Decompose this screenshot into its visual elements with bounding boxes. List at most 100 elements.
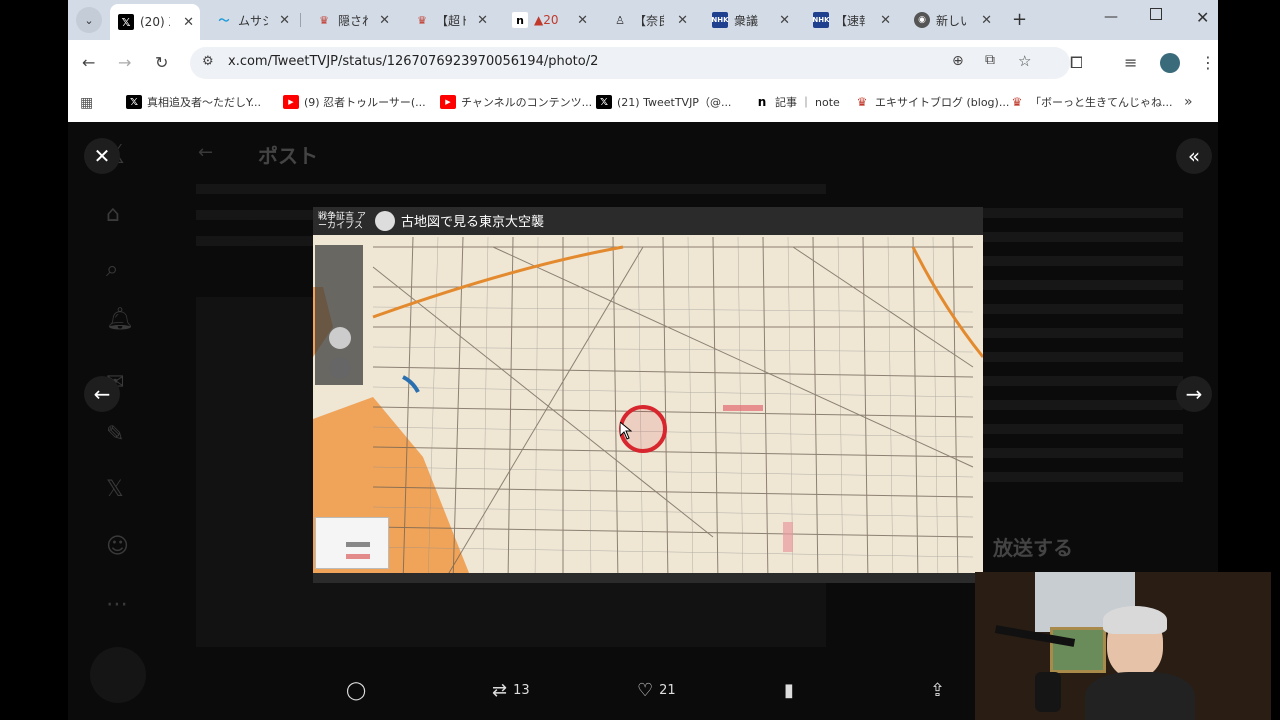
more-icon: ⋯ [106, 592, 128, 617]
zoom-icon[interactable]: ⊕ [952, 53, 964, 69]
bookmark-item[interactable]: ♛ エキサイトブログ (blog)... [854, 94, 1010, 110]
bookmark-label: 記事 ｜ note [775, 96, 840, 109]
close-tab-icon[interactable]: ✕ [677, 13, 688, 28]
close-tab-icon[interactable]: ✕ [981, 13, 992, 28]
premium-x-icon: 𝕏 [106, 477, 124, 502]
bookmark-item[interactable]: 𝕏 真相追及者〜ただしY... [126, 94, 261, 110]
browser-toolbar: ← → ↻ ⚙ x.com/TweetTVJP/status/126707692… [68, 40, 1218, 86]
map-legend [315, 517, 389, 569]
views-button[interactable]: ▮ [784, 680, 794, 701]
close-tab-icon[interactable]: ✕ [880, 13, 891, 28]
broadcast-heading: 放送する [993, 536, 1073, 560]
reply-button[interactable]: ◯ [346, 680, 366, 701]
youtube-icon: ▶ [440, 95, 456, 109]
chrome-icon: ◉ [914, 12, 930, 28]
tab-nhk-1[interactable]: NHK 衆議 ✕ [704, 6, 796, 34]
new-tab-icon[interactable]: + [1012, 9, 1027, 30]
retweet-button[interactable]: ⇄ 13 [492, 680, 530, 701]
tab-search-button[interactable]: ⌄ [76, 7, 102, 33]
close-tab-icon[interactable]: ✕ [279, 13, 290, 28]
presenter-hair [1103, 606, 1167, 634]
face-icon [375, 211, 395, 231]
heart-icon: ♡ [637, 680, 654, 701]
maximize-icon[interactable] [1150, 8, 1162, 20]
street-map-image [313, 207, 983, 583]
x-logo-icon: 𝕏 [118, 14, 134, 30]
tab-label: 隠され [338, 13, 368, 28]
next-photo-icon[interactable]: → [1176, 376, 1212, 412]
wall-painting [1050, 627, 1106, 673]
url-text: x.com/TweetTVJP/status/12670769239700561… [228, 54, 599, 69]
close-tab-icon[interactable]: ✕ [779, 13, 790, 28]
tab-label: ムサシ [238, 13, 268, 28]
bookmark-label: (21) TweetTVJP（@... [617, 96, 732, 109]
reply-icon: ◯ [346, 680, 367, 701]
apps-grid-icon[interactable]: ▦ [80, 95, 93, 111]
tab-super[interactable]: ♛ 【超ド ✕ [406, 6, 494, 34]
reload-icon[interactable]: ↻ [155, 53, 168, 72]
map-logo: 戦争証言 アーカイブス [318, 212, 366, 231]
tab-hidden[interactable]: ♛ 隠され ✕ [308, 6, 396, 34]
home-icon: ⌂ [106, 202, 120, 227]
tab-x[interactable]: 𝕏 (20) X ✕ [110, 4, 200, 40]
bookmark-label: 「ボーっと生きてんじゃね... [1030, 96, 1173, 109]
tab-musashi[interactable]: 〜 ムサシ ✕ [208, 6, 296, 34]
more-bookmarks-icon[interactable]: » [1184, 94, 1193, 110]
bookmark-star-icon[interactable]: ☆ [1018, 52, 1031, 70]
install-icon[interactable]: ⧉ [985, 52, 995, 68]
forward-icon[interactable]: → [118, 53, 131, 72]
bookmark-item[interactable]: n 記事 ｜ note [754, 94, 840, 110]
note-icon: n [512, 12, 528, 28]
close-tab-icon[interactable]: ✕ [183, 15, 194, 30]
close-tab-icon[interactable]: ✕ [577, 13, 588, 28]
profile-avatar[interactable] [1160, 53, 1180, 73]
site-info-icon[interactable]: ⚙ [202, 54, 214, 69]
tab-note[interactable]: n ▲20 ✕ [504, 6, 594, 34]
page-title: ポスト [258, 144, 318, 168]
bookmark-label: 真相追及者〜ただしY... [147, 96, 261, 109]
address-bar[interactable]: ⚙ x.com/TweetTVJP/status/126707692397005… [190, 47, 1070, 79]
bookmark-item[interactable]: ▶ (9) 忍者トゥルーサー(... [283, 94, 426, 110]
collapse-panel-icon[interactable]: « [1176, 138, 1212, 174]
notifications-icon: 🔔︎ [106, 307, 134, 332]
x-logo-icon: 𝕏 [596, 95, 612, 109]
zoom-out-button[interactable] [329, 357, 351, 379]
post-button-icon [90, 647, 146, 703]
close-viewer-icon[interactable]: ✕ [84, 138, 120, 174]
tab-label: 衆議 [734, 13, 759, 28]
back-icon[interactable]: ← [82, 53, 95, 72]
doc-icon: ♙ [615, 13, 625, 27]
close-window-icon[interactable]: ✕ [1196, 8, 1209, 27]
tab-label: (20) X [140, 15, 170, 29]
menu-icon[interactable]: ⋮ [1200, 53, 1216, 72]
profile-icon: ☺ [106, 534, 129, 559]
swoosh-icon: 〜 [218, 14, 230, 27]
like-button[interactable]: ♡ 21 [637, 680, 676, 701]
tab-nara[interactable]: ♙ 【奈良 ✕ [604, 6, 694, 34]
minimize-icon[interactable]: — [1104, 9, 1118, 25]
tab-new[interactable]: ◉ 新しい ✕ [906, 6, 998, 34]
extensions-icon[interactable]: ⧠ [1070, 53, 1083, 73]
bookmark-item[interactable]: ♛ 「ボーっと生きてんじゃね... [1009, 94, 1173, 110]
tab-nhk-2[interactable]: NHK 【速報 ✕ [805, 6, 897, 34]
previous-photo-icon[interactable]: ← [84, 376, 120, 412]
share-icon: ⇪ [930, 680, 946, 701]
bookmark-label: (9) 忍者トゥルーサー(... [304, 96, 426, 109]
map-photo[interactable]: 戦争証言 アーカイブス 古地図で見る東京大空襲 [313, 207, 983, 583]
tab-label: 新しい [936, 13, 966, 28]
tab-label: 【奈良 [634, 13, 664, 28]
share-button[interactable]: ⇪ [930, 680, 945, 701]
mouse-cursor-icon [620, 422, 632, 440]
close-tab-icon[interactable]: ✕ [477, 13, 488, 28]
profile-text-placeholder [983, 202, 1183, 482]
map-title: 古地図で見る東京大空襲 [401, 215, 545, 230]
excite-icon: ♛ [1011, 95, 1023, 109]
media-control-icon[interactable]: ≡ [1124, 53, 1137, 72]
bookmark-item[interactable]: ▶ チャンネルのコンテンツ... [440, 94, 592, 110]
tab-strip: ⌄ 𝕏 (20) X ✕ 〜 ムサシ ✕ ♛ 隠され ✕ ♛ 【超ド ✕ n ▲… [68, 0, 1218, 40]
tab-label: 【超ド [436, 13, 466, 28]
bookmark-item[interactable]: 𝕏 (21) TweetTVJP（@... [596, 94, 731, 110]
close-tab-icon[interactable]: ✕ [379, 13, 390, 28]
zoom-in-button[interactable] [329, 327, 351, 349]
microphone [1035, 672, 1061, 712]
